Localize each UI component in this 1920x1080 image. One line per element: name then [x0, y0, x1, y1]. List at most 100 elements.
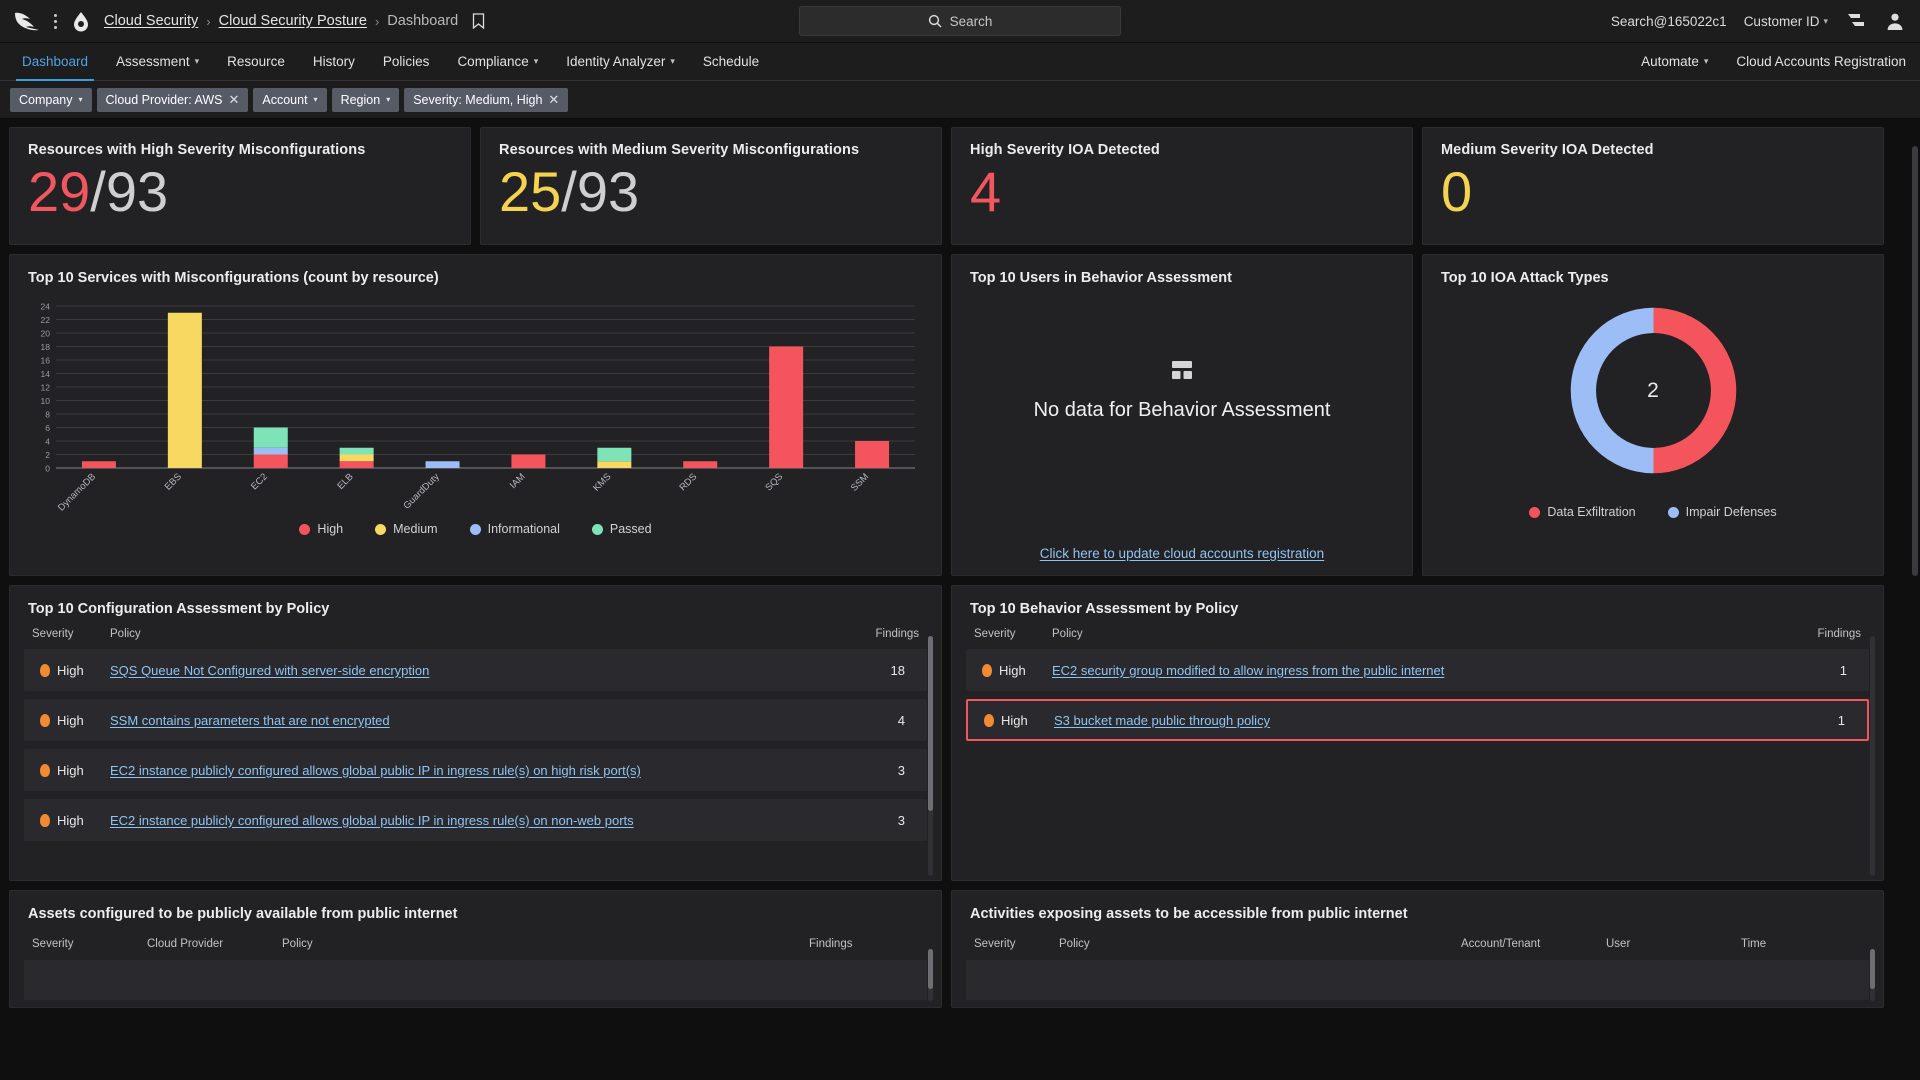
nav-item-identity-analyzer[interactable]: Identity Analyzer ▾ [552, 43, 689, 80]
table-row-highlighted[interactable]: High S3 bucket made public through polic… [966, 699, 1869, 741]
kpi-value: 29 [28, 160, 91, 223]
policy-link[interactable]: EC2 instance publicly configured allows … [110, 813, 849, 828]
svg-text:16: 16 [41, 356, 51, 366]
filter-label: Severity: Medium, High [413, 92, 543, 107]
filter-label: Company [19, 92, 73, 107]
nav-label: Dashboard [22, 54, 89, 69]
table-header: Severity Policy Account/Tenant User Time [952, 922, 1883, 950]
table-row[interactable]: High SQS Queue Not Configured with serve… [24, 649, 927, 691]
card-title: Top 10 Configuration Assessment by Polic… [28, 601, 330, 617]
nav-label: Resource [227, 54, 285, 69]
nav-item-cloud-accounts-registration[interactable]: Cloud Accounts Registration [1722, 43, 1920, 80]
behavior-users-card: Top 10 Users in Behavior Assessment No d… [951, 254, 1413, 576]
column-header-policy: Policy [1052, 628, 1083, 640]
page-scrollbar-thumb[interactable] [1912, 146, 1918, 576]
kpi-card-high-severity-misconfigurations[interactable]: Resources with High Severity Misconfigur… [9, 127, 471, 245]
user-avatar-icon[interactable] [1884, 10, 1906, 32]
filter-chip-account[interactable]: Account ▾ [253, 87, 327, 112]
search-input[interactable]: Search [950, 14, 993, 29]
policy-link[interactable]: EC2 instance publicly configured allows … [110, 763, 849, 778]
close-icon[interactable]: ✕ [228, 93, 239, 106]
kpi-card-high-severity-ioa[interactable]: High Severity IOA Detected 4 [951, 127, 1413, 245]
severity-icon [40, 813, 50, 827]
donut-chart[interactable]: 2 [1423, 298, 1883, 483]
kpi-title: Resources with High Severity Misconfigur… [28, 142, 366, 158]
legend-item-impair-defenses[interactable]: Impair Defenses [1667, 505, 1777, 519]
table-scrollbar-thumb[interactable] [1870, 949, 1875, 989]
user-search-label[interactable]: Search@165022c1 [1611, 14, 1727, 29]
table-scrollbar-track[interactable] [1870, 636, 1875, 876]
table-row[interactable] [966, 960, 1869, 1000]
customer-id-selector[interactable]: Customer ID ▾ [1744, 14, 1828, 29]
table-row[interactable]: High EC2 security group modified to allo… [966, 649, 1869, 691]
filter-chip-region[interactable]: Region ▾ [331, 87, 400, 112]
card-title: Assets configured to be publicly availab… [28, 906, 458, 922]
findings-count: 3 [897, 812, 905, 828]
table-scrollbar-thumb[interactable] [928, 949, 933, 989]
nav-item-policies[interactable]: Policies [369, 43, 444, 80]
charts-row: Top 10 Services with Misconfigurations (… [9, 254, 1911, 576]
breadcrumb: Cloud Security › Cloud Security Posture … [104, 13, 485, 30]
bar-chart[interactable]: 0 2 4 6 8 10 12 14 16 18 20 22 24 DynamoDB EBS EC2 ELB Gu… [10, 300, 941, 513]
policy-link[interactable]: SQS Queue Not Configured with server-sid… [110, 663, 849, 678]
empty-state-text: No data for Behavior Assessment [1033, 399, 1331, 421]
update-cloud-accounts-link[interactable]: Click here to update cloud accounts regi… [952, 546, 1412, 561]
global-search-box[interactable]: Search [799, 6, 1121, 36]
svg-text:RDS: RDS [677, 471, 699, 493]
table-scrollbar-thumb[interactable] [928, 636, 933, 811]
bookmark-icon[interactable] [472, 13, 485, 30]
table-row[interactable]: High EC2 instance publicly configured al… [24, 799, 927, 841]
filter-bar: Company ▾ Cloud Provider: AWS ✕ Account … [0, 81, 1920, 119]
nav-label: Cloud Accounts Registration [1736, 54, 1906, 69]
column-header-severity: Severity [974, 628, 1016, 640]
filter-chip-cloud-provider[interactable]: Cloud Provider: AWS ✕ [96, 87, 249, 112]
falcon-logo[interactable] [14, 10, 44, 32]
table-row[interactable]: High SSM contains parameters that are no… [24, 699, 927, 741]
nav-item-schedule[interactable]: Schedule [689, 43, 773, 80]
nav-item-resource[interactable]: Resource [213, 43, 299, 80]
cloud-security-shield-icon[interactable] [70, 10, 92, 32]
chevron-down-icon: ▾ [386, 95, 391, 104]
chart-title: Top 10 Services with Misconfigurations (… [28, 270, 439, 286]
severity-icon [40, 663, 50, 677]
policy-link[interactable]: EC2 security group modified to allow ing… [1052, 663, 1791, 678]
severity-icon [40, 763, 50, 777]
nav-item-assessment[interactable]: Assessment ▾ [102, 43, 213, 80]
nav-item-automate[interactable]: Automate ▾ [1627, 43, 1722, 80]
kpi-card-medium-severity-ioa[interactable]: Medium Severity IOA Detected 0 [1422, 127, 1884, 245]
filter-chip-company[interactable]: Company ▾ [10, 87, 92, 112]
findings-count: 4 [897, 712, 905, 728]
svg-text:ELB: ELB [335, 471, 355, 491]
filter-chip-severity[interactable]: Severity: Medium, High ✕ [404, 87, 569, 112]
kebab-menu-icon[interactable] [46, 13, 64, 29]
table-row[interactable] [24, 960, 927, 1000]
severity-label: High [57, 762, 84, 778]
breadcrumb-item-cloud-security[interactable]: Cloud Security [104, 13, 198, 29]
nav-label: Automate [1641, 54, 1699, 69]
services-misconfigurations-chart-card: Top 10 Services with Misconfigurations (… [9, 254, 942, 576]
svg-text:10: 10 [41, 396, 51, 406]
list-view-icon[interactable] [1845, 10, 1867, 32]
close-icon[interactable]: ✕ [548, 93, 559, 106]
legend-item-data-exfiltration[interactable]: Data Exfiltration [1529, 505, 1636, 519]
nav-item-dashboard[interactable]: Dashboard [8, 43, 102, 81]
nav-item-compliance[interactable]: Compliance ▾ [443, 43, 552, 80]
main-nav: Dashboard Assessment ▾ Resource History … [0, 43, 1920, 81]
kpi-card-medium-severity-misconfigurations[interactable]: Resources with Medium Severity Misconfig… [480, 127, 942, 245]
legend-swatch [1529, 506, 1541, 518]
severity-label: High [57, 662, 84, 678]
policy-link[interactable]: S3 bucket made public through policy [1054, 713, 1789, 728]
table-row[interactable]: High EC2 instance publicly configured al… [24, 749, 927, 791]
nav-item-history[interactable]: History [299, 43, 369, 80]
no-data-table-icon [1171, 360, 1193, 385]
kpi-denominator: /93 [561, 160, 640, 223]
column-header-account-tenant: Account/Tenant [1461, 938, 1541, 950]
svg-text:20: 20 [41, 329, 51, 339]
policy-link[interactable]: SSM contains parameters that are not enc… [110, 713, 849, 728]
policy-tables-row: Top 10 Configuration Assessment by Polic… [9, 585, 1911, 881]
column-header-policy: Policy [282, 938, 313, 950]
kpi-title: Medium Severity IOA Detected [1441, 142, 1654, 158]
breadcrumb-item-cloud-security-posture[interactable]: Cloud Security Posture [219, 13, 367, 29]
table-header: Severity Policy Findings [952, 617, 1883, 649]
column-header-severity: Severity [974, 938, 1016, 950]
